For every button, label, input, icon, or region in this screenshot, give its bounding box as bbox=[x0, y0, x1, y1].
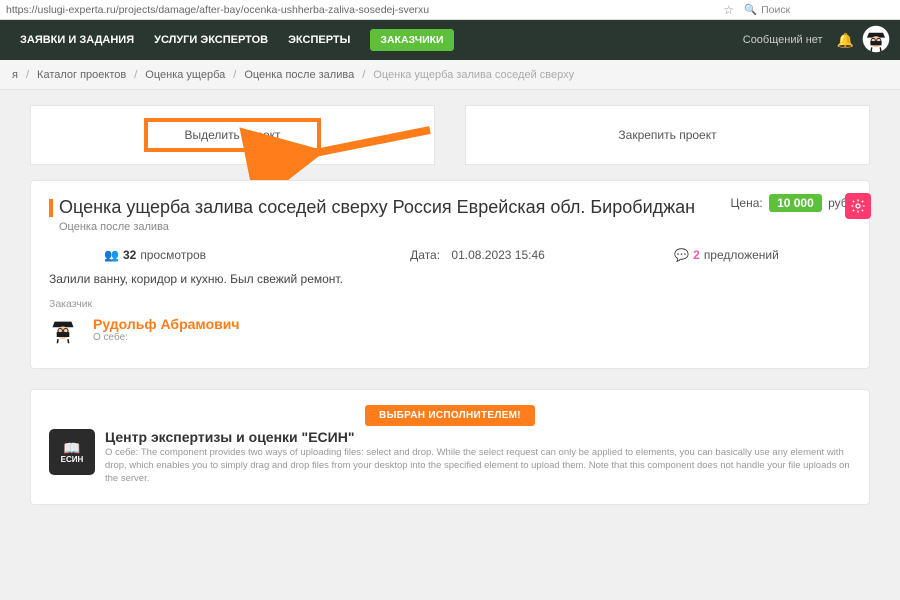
executor-name[interactable]: Центр экспертизы и оценки "ЕСИН" bbox=[105, 429, 851, 445]
project-panel: Оценка ущерба залива соседей сверху Росс… bbox=[30, 180, 870, 369]
bell-icon[interactable]: 🔔 bbox=[837, 32, 854, 49]
customer-avatar[interactable] bbox=[49, 316, 83, 350]
views-stat: 👥 32 просмотров bbox=[49, 248, 353, 262]
customer-name[interactable]: Рудольф Абрамович bbox=[93, 316, 239, 332]
search-icon: 🔍 bbox=[744, 3, 757, 16]
project-title: Оценка ущерба залива соседей сверху Росс… bbox=[59, 196, 731, 219]
browser-address-bar: https://uslugi-experta.ru/projects/damag… bbox=[0, 0, 900, 20]
bookmark-star-icon[interactable]: ☆ bbox=[723, 3, 734, 17]
project-description: Залили ванну, коридор и кухню. Был свежи… bbox=[49, 272, 851, 286]
nav-experts[interactable]: ЭКСПЕРТЫ bbox=[278, 34, 360, 46]
offers-icon: 💬 bbox=[674, 248, 689, 262]
offers-stat: 💬 2 предложений bbox=[602, 248, 851, 262]
title-accent bbox=[49, 199, 53, 217]
date-stat: Дата: 01.08.2023 15:46 bbox=[353, 248, 602, 262]
url-text: https://uslugi-experta.ru/projects/damag… bbox=[6, 4, 713, 16]
project-actions: Выделить проект Закрепить проект bbox=[30, 105, 870, 165]
nav-requests[interactable]: ЗАЯВКИ И ЗАДАНИЯ bbox=[10, 34, 144, 46]
executor-about: О себе: The component provides two ways … bbox=[105, 447, 851, 485]
customer-about-label: О себе: bbox=[93, 332, 239, 343]
crumb-catalog[interactable]: Каталог проектов bbox=[37, 69, 126, 81]
breadcrumb: я/ Каталог проектов/ Оценка ущерба/ Оцен… bbox=[0, 60, 900, 90]
messages-status[interactable]: Сообщений нет bbox=[743, 34, 823, 46]
price-value: 10 000 bbox=[769, 194, 822, 212]
price-block: Цена: 10 000 руб. bbox=[731, 196, 851, 210]
search-placeholder: Поиск bbox=[761, 4, 790, 16]
browser-search[interactable]: 🔍 Поиск bbox=[744, 3, 894, 16]
views-icon: 👥 bbox=[104, 248, 119, 262]
book-icon: 📖 bbox=[63, 441, 80, 455]
nav-services[interactable]: УСЛУГИ ЭКСПЕРТОВ bbox=[144, 34, 278, 46]
executor-logo[interactable]: 📖 ЕСИН bbox=[49, 429, 95, 475]
highlight-project-button[interactable]: Выделить проект bbox=[144, 118, 320, 152]
project-stats: 👥 32 просмотров Дата: 01.08.2023 15:46 💬… bbox=[49, 248, 851, 262]
nav-customers[interactable]: ЗАКАЗЧИКИ bbox=[360, 34, 463, 46]
customer-heading: Заказчик bbox=[49, 298, 851, 310]
top-nav: ЗАЯВКИ И ЗАДАНИЯ УСЛУГИ ЭКСПЕРТОВ ЭКСПЕР… bbox=[0, 20, 900, 60]
crumb-afterbay[interactable]: Оценка после залива bbox=[244, 69, 354, 81]
pin-project-label: Закрепить проект bbox=[618, 128, 716, 142]
crumb-damage[interactable]: Оценка ущерба bbox=[145, 69, 225, 81]
highlight-project-box: Выделить проект bbox=[30, 105, 435, 165]
user-avatar[interactable] bbox=[862, 25, 890, 56]
customer-block: Рудольф Абрамович О себе: bbox=[49, 316, 851, 350]
crumb-current: Оценка ущерба залива соседей сверху bbox=[373, 69, 574, 81]
settings-gear-icon[interactable] bbox=[845, 193, 871, 219]
executor-panel: ВЫБРАН ИСПОЛНИТЕЛЕМ! 📖 ЕСИН Центр экспер… bbox=[30, 389, 870, 504]
crumb-home[interactable]: я bbox=[12, 69, 18, 81]
project-subtitle: Оценка после залива bbox=[59, 221, 851, 233]
selected-executor-badge: ВЫБРАН ИСПОЛНИТЕЛЕМ! bbox=[49, 405, 851, 423]
pin-project-box[interactable]: Закрепить проект bbox=[465, 105, 870, 165]
